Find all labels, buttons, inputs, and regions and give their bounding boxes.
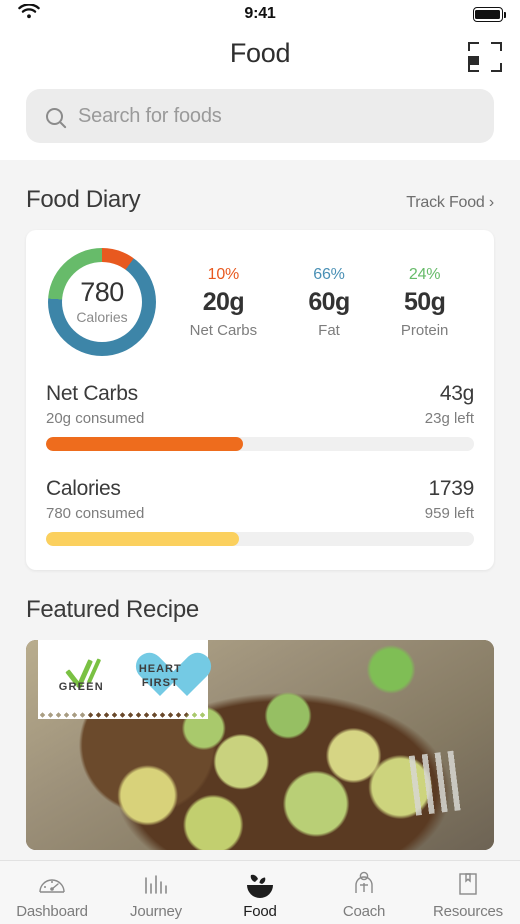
nav-header: Food bbox=[0, 30, 520, 82]
page-title: Food bbox=[229, 38, 291, 68]
macro-value: 20g bbox=[202, 287, 245, 316]
status-time: 9:41 bbox=[244, 5, 276, 22]
food-diary-title: Food Diary bbox=[26, 186, 141, 213]
track-food-link[interactable]: Track Food › bbox=[406, 194, 494, 212]
macro-label: Fat bbox=[318, 321, 340, 339]
search-placeholder: Search for foods bbox=[78, 104, 222, 127]
progress-fill bbox=[46, 437, 243, 451]
progress-fill bbox=[46, 532, 239, 546]
gauge-icon bbox=[37, 870, 67, 900]
macro-summary: 780 Calories 10% 20g Net Carbs 66% 60g F… bbox=[46, 248, 474, 356]
bars-icon bbox=[141, 870, 171, 900]
macro-netcarbs: 10% 20g Net Carbs bbox=[190, 266, 258, 339]
search-section: Search for foods bbox=[0, 82, 520, 160]
badge-label-line1: HEART bbox=[138, 663, 182, 675]
macro-fat: 66% 60g Fat bbox=[308, 265, 350, 339]
heart-icon: HEART FIRST bbox=[133, 652, 187, 700]
progress-total: 43g bbox=[439, 382, 474, 405]
fork-icon bbox=[404, 747, 484, 817]
recipe-badges: GREEN HEART FIRST bbox=[38, 640, 208, 719]
tab-label: Food bbox=[243, 902, 277, 920]
progress-row-netcarbs: Net Carbs 43g 20g consumed 23g left bbox=[46, 382, 474, 451]
macro-protein: 24% 50g Protein bbox=[401, 266, 449, 339]
tab-coach[interactable]: Coach bbox=[312, 861, 416, 924]
macro-label: Net Carbs bbox=[189, 321, 258, 339]
tab-bar: Dashboard Journey Food Coach Resources bbox=[0, 860, 520, 924]
progress-name: Net Carbs bbox=[46, 382, 138, 405]
search-icon bbox=[46, 107, 63, 125]
battery-full-icon bbox=[472, 7, 506, 22]
food-diary-card: 780 Calories 10% 20g Net Carbs 66% 60g F… bbox=[26, 230, 494, 570]
progress-total: 1739 bbox=[428, 477, 474, 500]
macro-percent: 24% bbox=[408, 265, 441, 283]
calories-value: 780 bbox=[80, 277, 124, 307]
progress-left: 959 left bbox=[424, 505, 474, 522]
person-icon bbox=[350, 870, 378, 900]
scroll-content: Food Diary Track Food › 780 Calories 10%… bbox=[0, 160, 520, 860]
calories-label: Calories bbox=[76, 309, 128, 325]
progress-track bbox=[46, 532, 474, 546]
progress-consumed: 780 consumed bbox=[46, 505, 145, 522]
macro-label: Protein bbox=[400, 321, 449, 339]
macro-value: 60g bbox=[308, 287, 350, 316]
progress-track bbox=[46, 437, 474, 451]
tab-label: Resources bbox=[433, 902, 503, 920]
search-input[interactable]: Search for foods bbox=[26, 89, 494, 143]
tab-resources[interactable]: Resources bbox=[416, 861, 520, 924]
food-diary-header: Food Diary Track Food › bbox=[0, 160, 520, 214]
macro-columns: 10% 20g Net Carbs 66% 60g Fat 24% 50g Pr… bbox=[164, 266, 474, 339]
progress-row-calories: Calories 1739 780 consumed 959 left bbox=[46, 477, 474, 546]
app-screen: 9:41 Food Search for foods Food Diary Tr… bbox=[0, 0, 520, 924]
progress-name: Calories bbox=[46, 477, 121, 500]
macro-percent: 10% bbox=[207, 265, 240, 283]
macro-percent: 66% bbox=[313, 265, 345, 283]
status-bar: 9:41 bbox=[0, 0, 520, 30]
badge-label: GREEN bbox=[58, 681, 104, 693]
macro-value: 50g bbox=[403, 287, 446, 316]
tab-journey[interactable]: Journey bbox=[104, 861, 208, 924]
barcode-scan-icon[interactable] bbox=[468, 42, 502, 72]
badge-label-line2: FIRST bbox=[141, 677, 179, 689]
bookmark-icon bbox=[455, 870, 481, 900]
tab-dashboard[interactable]: Dashboard bbox=[0, 861, 104, 924]
badge-heart-first: HEART FIRST bbox=[133, 652, 187, 700]
tab-food[interactable]: Food bbox=[208, 861, 312, 924]
tab-label: Dashboard bbox=[16, 902, 88, 920]
progress-consumed: 20g consumed bbox=[46, 410, 145, 427]
featured-recipe-title: Featured Recipe bbox=[26, 596, 199, 623]
macro-donut-chart: 780 Calories bbox=[48, 248, 156, 356]
tab-label: Coach bbox=[342, 902, 386, 920]
food-bowl-icon bbox=[243, 870, 277, 900]
tab-label: Journey bbox=[130, 902, 182, 920]
featured-recipe-header: Featured Recipe bbox=[0, 570, 520, 624]
featured-recipe-card[interactable]: GREEN HEART FIRST bbox=[26, 640, 494, 850]
badge-green: GREEN bbox=[58, 658, 104, 693]
progress-left: 23g left bbox=[424, 410, 474, 427]
